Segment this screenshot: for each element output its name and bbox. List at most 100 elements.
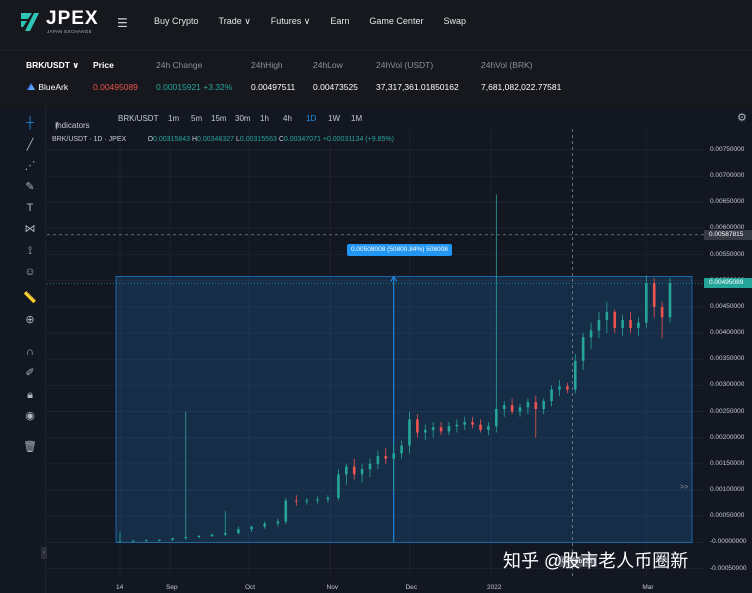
high-header: 24hHigh — [251, 60, 283, 70]
candle-body — [645, 283, 648, 323]
price-tick-label: -0.00050000 — [710, 564, 747, 572]
price-plot[interactable] — [47, 129, 704, 579]
ruler-icon[interactable]: 📏 — [22, 290, 38, 306]
price-tick-label: 0.00050000 — [710, 512, 745, 520]
price-tick-label: 0.00150000 — [710, 459, 745, 467]
price-tick-label: 0.00250000 — [710, 407, 745, 415]
candle-body — [392, 453, 395, 459]
watermark-text: 知乎 @股市老人币圈新 — [503, 551, 689, 571]
magnet-icon[interactable]: ∩ — [22, 344, 38, 360]
candle-body — [337, 474, 340, 498]
candle-body — [408, 419, 411, 446]
interval-4h[interactable]: 4h — [283, 114, 292, 123]
candle-body — [534, 402, 538, 409]
price-tick-label: -0.00000000 — [710, 538, 747, 546]
nav-item-futures[interactable]: Futures ∨ — [271, 16, 311, 27]
measure-tool-icon[interactable]: ⟟ — [22, 243, 38, 259]
legend-low: 0.00315563 — [239, 136, 277, 143]
legend-high: 0.00348327 — [197, 136, 235, 143]
top-nav: JPEX JAPAN EXCHANGE ☰ Buy Crypto Trade ∨… — [0, 0, 752, 44]
candle-body — [305, 500, 309, 502]
candle-body — [526, 402, 530, 408]
nav-item-swap[interactable]: Swap — [443, 16, 466, 27]
brand-name: JPEX — [46, 8, 99, 29]
vol-brk-header: 24hVol (BRK) — [481, 60, 533, 70]
scroll-to-latest-button[interactable]: >> — [680, 484, 688, 491]
candle-body — [360, 469, 364, 475]
text-tool-icon[interactable]: T — [22, 200, 38, 216]
pattern-tool-icon[interactable]: ⋈ — [22, 221, 38, 237]
time-tick-label: 2022 — [487, 584, 502, 591]
price-tick-label: 0.00750000 — [710, 145, 745, 153]
ohlc-legend: BRK/USDT · 1D · JPEX O0.00315843 H0.0034… — [52, 136, 394, 143]
pair-selector[interactable]: BRK/USDT ∨ — [26, 60, 79, 71]
candle-body — [171, 538, 174, 540]
change-header: 24h Change — [156, 60, 203, 70]
nav-item-trade[interactable]: Trade ∨ — [219, 16, 251, 27]
price-header: Price — [93, 60, 114, 70]
trash-icon[interactable]: 🗑︎ — [22, 439, 38, 455]
candlestick-chart — [47, 129, 704, 579]
candle-body — [479, 424, 482, 430]
candle-body — [423, 429, 427, 433]
last-price-tag: 0.00495089 — [704, 278, 752, 289]
candle-body — [263, 523, 267, 527]
emoji-icon[interactable]: ☺ — [22, 264, 38, 280]
candle-body — [495, 408, 498, 427]
candle-body — [210, 534, 214, 537]
candle-body — [637, 322, 640, 328]
candle-body — [284, 500, 288, 522]
candle-body — [487, 426, 490, 430]
candle-body — [613, 312, 617, 328]
candle-body — [597, 319, 601, 331]
nav-item-earn[interactable]: Earn — [330, 16, 349, 27]
collapse-toolbar-button[interactable]: ‹ — [41, 547, 47, 559]
candle-body — [542, 401, 545, 409]
legend-change: +0.00031134 (+9.85%) — [322, 136, 394, 143]
settings-gear-icon[interactable]: ⚙ — [737, 111, 747, 124]
brand-logo[interactable]: JPEX JAPAN EXCHANGE — [18, 8, 108, 36]
nav-item-game-center[interactable]: Game Center — [369, 16, 423, 27]
candle-body — [145, 540, 148, 542]
hamburger-icon[interactable]: ☰ — [117, 16, 128, 30]
eye-icon[interactable]: ◉ — [22, 408, 38, 424]
interval-30m[interactable]: 30m — [235, 114, 251, 123]
time-tick-label: Oct — [244, 584, 256, 591]
jpex-logo-icon — [21, 13, 39, 31]
price-tick-label: 0.00350000 — [710, 355, 745, 363]
time-tick-label: 14 — [116, 584, 124, 591]
crosshair-icon[interactable]: ┼ — [22, 115, 38, 131]
candle-body — [158, 539, 161, 541]
candle-body — [376, 456, 380, 464]
symbol-button[interactable]: BRK/USDT — [118, 114, 158, 123]
brand-sub: JAPAN EXCHANGE — [47, 29, 92, 34]
interval-1w[interactable]: 1W — [328, 114, 340, 123]
interval-15m[interactable]: 15m — [211, 114, 227, 123]
interval-1d[interactable]: 1D — [306, 114, 316, 123]
price-axis[interactable]: 0.00750000 0.00700000 0.00650000 0.00600000… — [704, 129, 752, 579]
time-axis[interactable]: 14 Sep Oct Nov Dec 2022 Mar — [47, 579, 704, 593]
candle-body — [295, 500, 298, 502]
trend-line-icon[interactable]: ╱ — [22, 137, 38, 153]
brush-icon[interactable]: ✎ — [22, 179, 38, 195]
candle-body — [197, 536, 201, 538]
lock-icon[interactable]: 🔒︎ — [22, 387, 38, 403]
nav-item-buy-crypto[interactable]: Buy Crypto — [154, 16, 199, 27]
zoom-in-icon[interactable]: ⊕ — [22, 312, 38, 328]
lock-drawings-icon[interactable]: ✐ — [22, 365, 38, 381]
coin-name: BlueArk — [38, 82, 69, 92]
interval-1h[interactable]: 1h — [260, 114, 269, 123]
high-value: 0.00497511 — [251, 82, 296, 92]
interval-5m[interactable]: 5m — [191, 114, 202, 123]
price-tick-label: 0.00400000 — [710, 329, 745, 337]
vol-usdt-value: 37,317,361.01850162 — [376, 82, 459, 92]
pair-label: BRK/USDT — [26, 60, 70, 70]
candle-body — [463, 422, 467, 425]
interval-1m[interactable]: 1m — [168, 114, 179, 123]
candle-body — [223, 532, 227, 535]
candle-body — [326, 497, 330, 500]
fib-tool-icon[interactable]: ⋰ — [22, 158, 38, 174]
interval-1mo[interactable]: 1M — [351, 114, 362, 123]
price-tick-label: 0.00450000 — [710, 302, 745, 310]
candle-body — [118, 541, 122, 543]
